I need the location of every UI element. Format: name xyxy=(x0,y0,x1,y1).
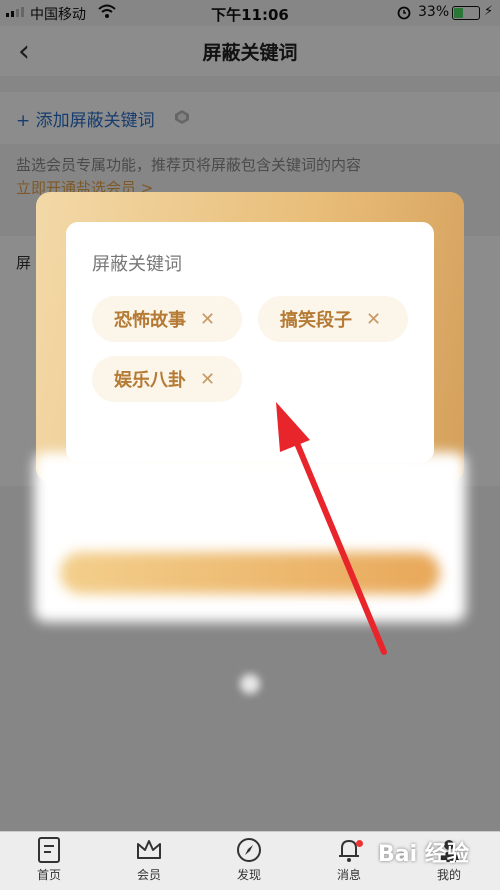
card-heading: 屏蔽关键词 xyxy=(92,254,182,275)
tab-label: 会员 xyxy=(136,868,161,882)
keyword-chip[interactable]: 恐怖故事 ✕ xyxy=(92,296,242,342)
tab-label: 消息 xyxy=(336,868,361,882)
keyword-chip-label: 恐怖故事 xyxy=(114,310,186,331)
tab-messages[interactable]: 消息 xyxy=(314,836,384,883)
close-icon[interactable]: ✕ xyxy=(366,309,381,330)
keyword-chip-label: 娱乐八卦 xyxy=(114,370,186,391)
keyword-preview-card: 屏蔽关键词 恐怖故事 ✕ 搞笑段子 ✕ 娱乐八卦 ✕ xyxy=(66,222,434,462)
tab-label: 发现 xyxy=(236,868,261,882)
keyword-chip[interactable]: 搞笑段子 ✕ xyxy=(258,296,408,342)
blurred-popup-panel xyxy=(34,452,466,622)
tab-label: 我的 xyxy=(436,868,461,882)
crown-icon xyxy=(114,836,184,866)
document-icon xyxy=(14,836,84,866)
bell-icon xyxy=(314,836,384,866)
keyword-chip[interactable]: 娱乐八卦 ✕ xyxy=(92,356,242,402)
keyword-chip-label: 搞笑段子 xyxy=(280,310,352,331)
compass-icon xyxy=(214,836,284,866)
popup-close-icon[interactable] xyxy=(240,674,260,694)
tab-home[interactable]: 首页 xyxy=(14,836,84,883)
close-icon[interactable]: ✕ xyxy=(200,309,215,330)
close-icon[interactable]: ✕ xyxy=(200,369,215,390)
unread-dot xyxy=(356,840,363,847)
blurred-action-button[interactable] xyxy=(60,552,440,594)
watermark: Bai 经验 xyxy=(378,842,469,867)
tab-label: 首页 xyxy=(36,868,61,882)
tab-discover[interactable]: 发现 xyxy=(214,836,284,883)
tab-member[interactable]: 会员 xyxy=(114,836,184,883)
